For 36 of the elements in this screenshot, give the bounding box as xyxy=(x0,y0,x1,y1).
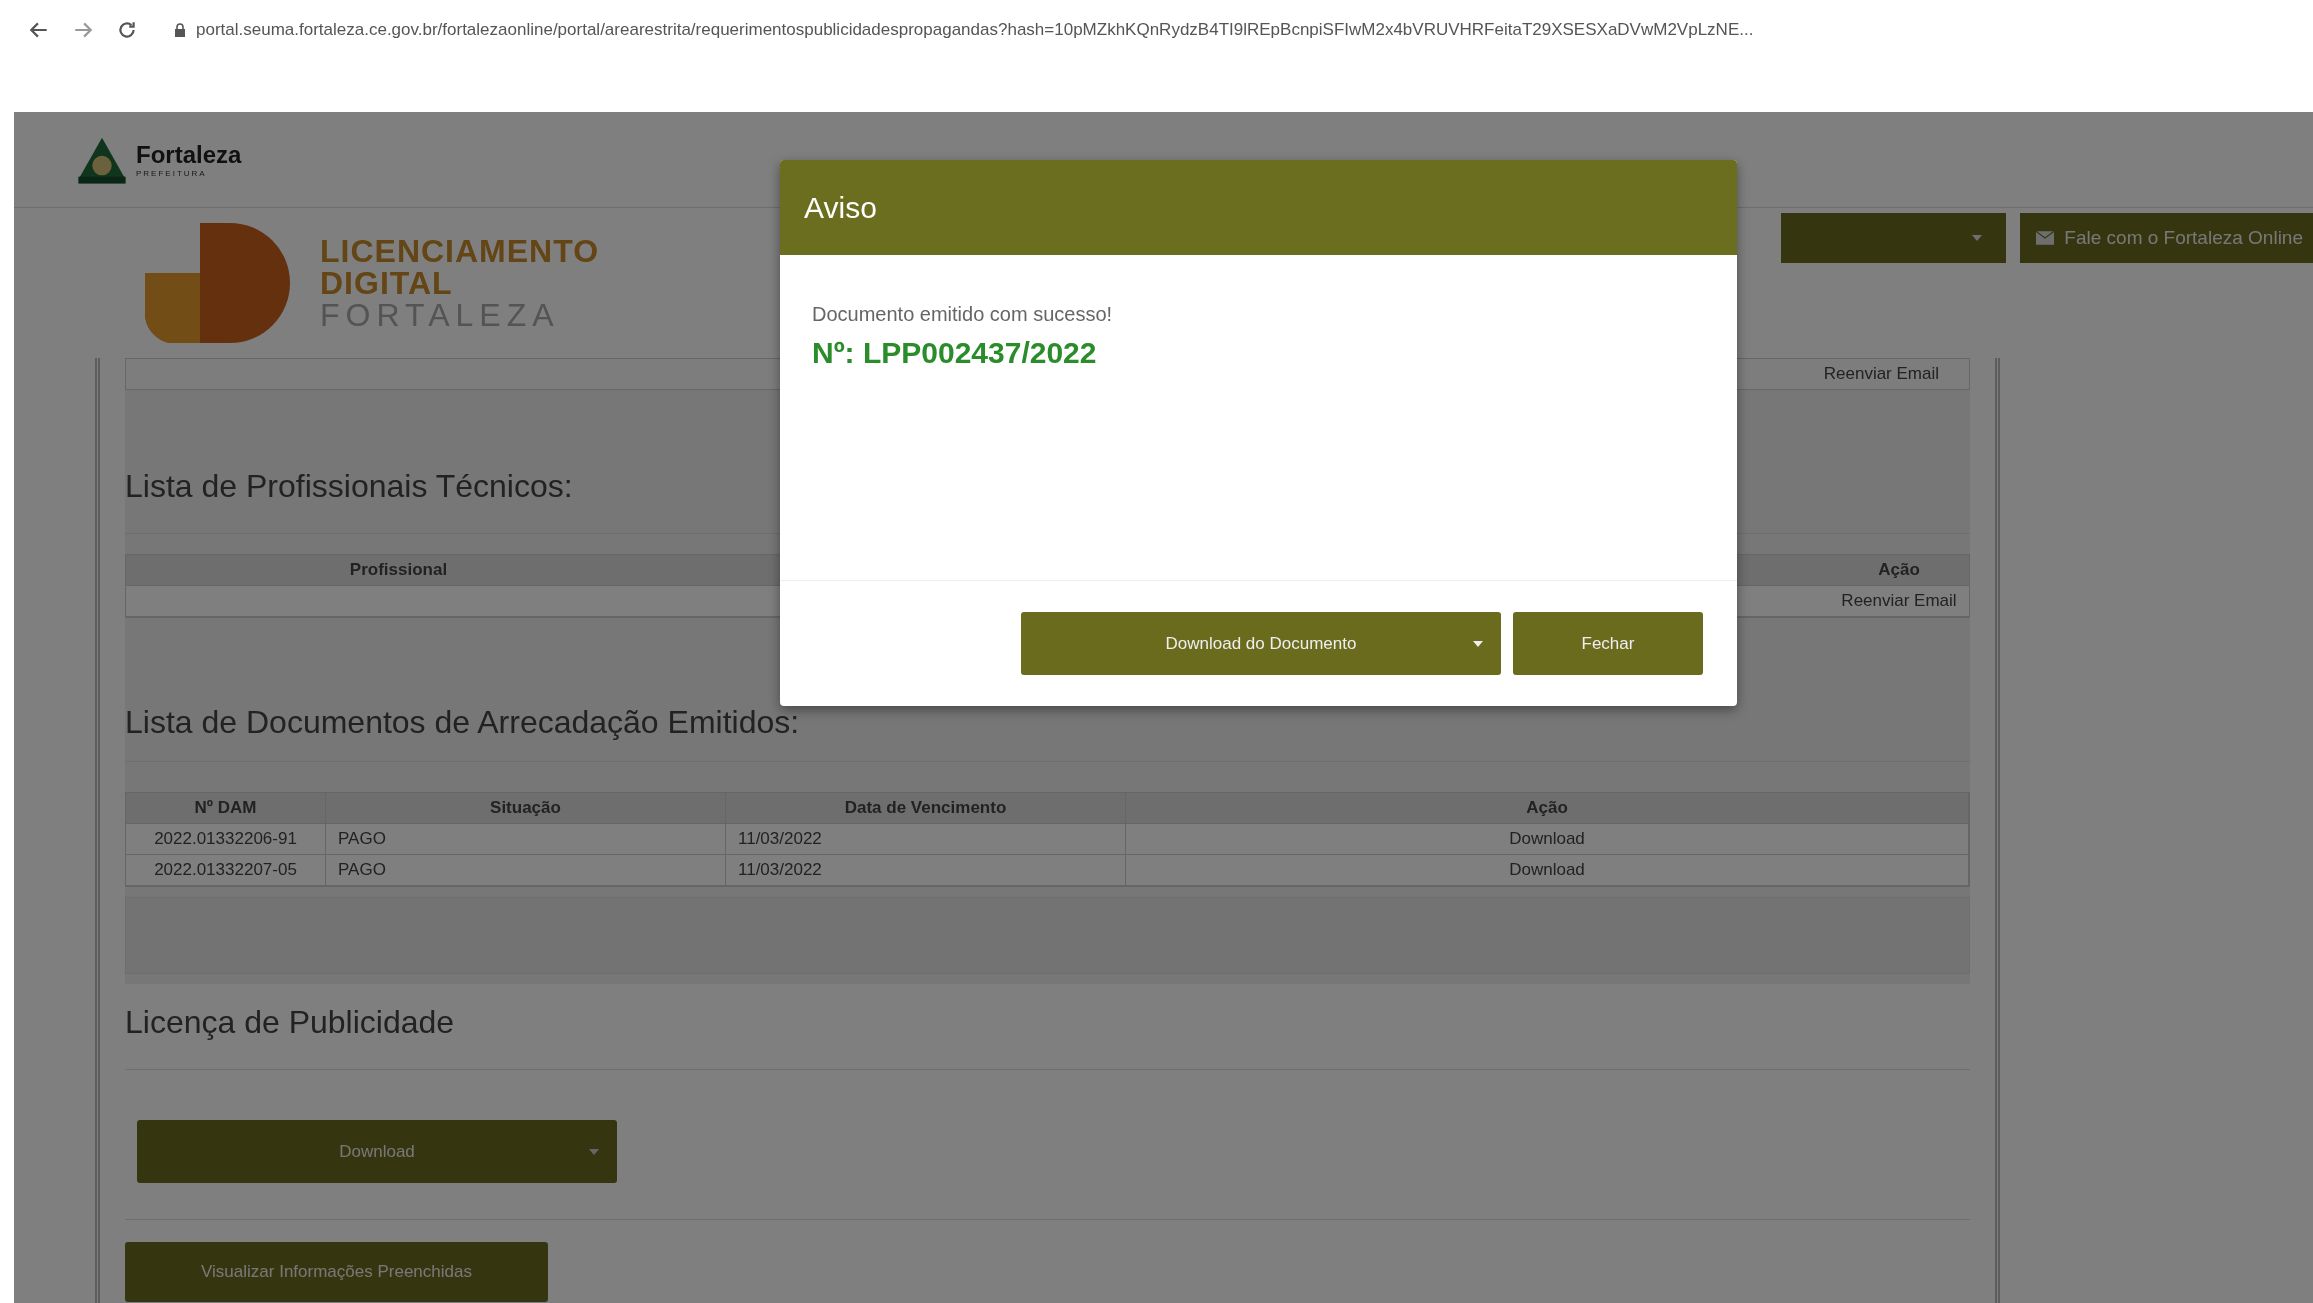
table-cell: PAGO xyxy=(326,855,726,885)
caret-icon xyxy=(589,1148,599,1155)
download-document-button[interactable]: Download do Documento xyxy=(1021,612,1501,675)
lock-icon xyxy=(174,23,186,37)
download-link[interactable]: Download xyxy=(1126,855,1969,885)
city-subtitle: PREFEITURA xyxy=(136,169,208,178)
close-button[interactable]: Fechar xyxy=(1513,612,1703,675)
column-header: Nº DAM xyxy=(126,793,326,823)
table-cell: 11/03/2022 xyxy=(726,855,1126,885)
caret-icon xyxy=(1972,235,1983,241)
download-link[interactable]: Download xyxy=(1126,824,1969,854)
table-cell: PAGO xyxy=(326,824,726,854)
download-button[interactable]: Download xyxy=(137,1120,617,1183)
brand-title-line: DIGITAL xyxy=(320,267,454,299)
contact-button[interactable]: Fale com o Fortaleza Online xyxy=(2020,213,2313,263)
resend-email-link[interactable]: Reenviar Email xyxy=(1829,591,1969,611)
table-cell: 11/03/2022 xyxy=(726,824,1126,854)
table-cell: 2022.01332206-91 xyxy=(126,824,326,854)
column-header: Profissional xyxy=(348,560,449,580)
city-name: Fortaleza xyxy=(136,141,242,169)
column-header: Situação xyxy=(326,793,726,823)
section-heading: Licença de Publicidade xyxy=(125,984,1970,1070)
caret-icon xyxy=(1473,640,1483,647)
view-info-button[interactable]: Visualizar Informações Preenchidas xyxy=(125,1242,548,1302)
success-message: Documento emitido com sucesso! xyxy=(812,303,1114,326)
document-number: Nº: LPP002437/2022 xyxy=(812,336,1098,370)
address-bar-url[interactable]: portal.seuma.fortaleza.ce.gov.br/fortalezaonline/portal/arearestrita/requerimentospublicidadespropagandas?hash=10pMZkhKQnRydzB4TI9lREpBcnpiSFIwM2x4bVRUVHRFeitaT29XSESXaDVwM2VpLzNE... xyxy=(196,20,1754,40)
column-header: Data de Vencimento xyxy=(726,793,1126,823)
resend-email-link[interactable]: Reenviar Email xyxy=(1823,364,1939,384)
brand-title-line: LICENCIAMENTO xyxy=(320,235,600,267)
column-header: Ação xyxy=(1126,793,1969,823)
dialog-title: Aviso xyxy=(804,190,877,225)
reload-icon[interactable] xyxy=(116,19,138,41)
column-header: Ação xyxy=(1877,560,1921,580)
table-cell: 2022.01332207-05 xyxy=(126,855,326,885)
mail-icon xyxy=(2036,231,2055,245)
